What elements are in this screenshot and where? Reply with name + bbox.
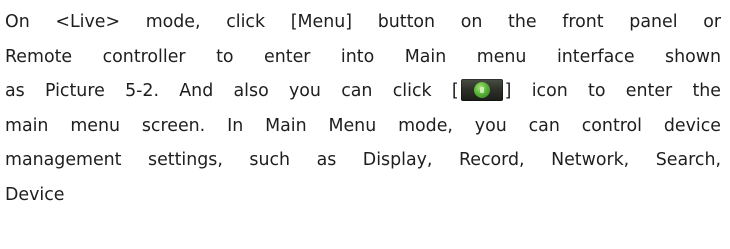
paragraph-line-4: main menu screen. In Main Menu mode, you… (5, 115, 721, 136)
paragraph-line-3-end: ] icon to enter the (504, 81, 721, 101)
paragraph-line-6: Device (5, 184, 65, 205)
paragraph-line-5: management settings, such as Display, Re… (5, 150, 721, 170)
paragraph-line-3-start: as Picture 5-2. And also you can click [ (5, 81, 459, 101)
paragraph-line-2: Remote controller to enter into Main men… (5, 46, 721, 67)
main-menu-icon (460, 78, 503, 101)
manual-paragraph: On <Live> mode, click [Menu] button on t… (5, 5, 721, 212)
paragraph-line-3: as Picture 5-2. And also you can click [… (5, 74, 721, 109)
paragraph-line-1: On <Live> mode, click [Menu] button on t… (5, 12, 721, 32)
